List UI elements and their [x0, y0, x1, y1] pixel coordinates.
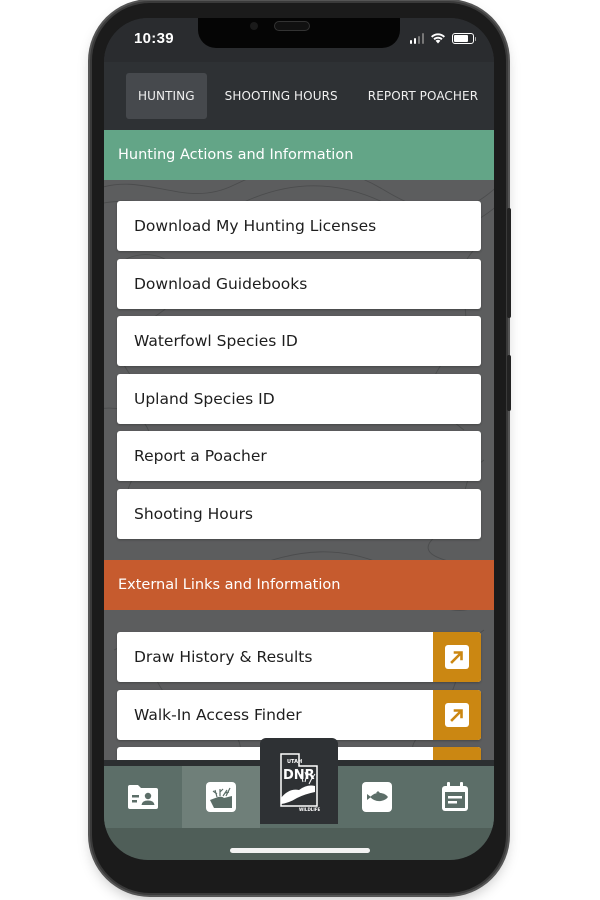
list-item-walk-in-access[interactable]: Walk-In Access Finder — [117, 689, 481, 740]
tab-hunting[interactable]: HUNTING — [126, 73, 207, 119]
list-item-waterfowl-species[interactable]: Waterfowl Species ID — [117, 316, 481, 366]
tab-report-poacher[interactable]: REPORT POACHER — [356, 73, 490, 119]
list-item-download-guidebooks[interactable]: Download Guidebooks — [117, 258, 481, 309]
tab-shooting-hours[interactable]: SHOOTING HOURS — [213, 73, 350, 119]
external-link-button[interactable] — [433, 632, 481, 682]
bottom-navigation: UTAH DNR WILDLIFE — [104, 738, 494, 860]
external-link-arrow-icon — [445, 645, 469, 669]
nav-licenses[interactable] — [104, 766, 182, 828]
top-tab-bar: HUNTING SHOOTING HOURS REPORT POACHER — [104, 62, 494, 130]
list-item-shooting-hours[interactable]: Shooting Hours — [117, 488, 481, 539]
nav-fishing[interactable] — [338, 766, 416, 828]
notch — [198, 18, 400, 48]
fishing-fish-icon — [362, 782, 392, 812]
cellular-signal-icon — [409, 32, 424, 44]
logo-top-text: UTAH — [287, 759, 302, 765]
speaker-icon — [274, 21, 310, 31]
nav-hunting[interactable] — [182, 766, 260, 828]
calendar-icon — [442, 782, 468, 811]
hunting-elk-icon — [206, 782, 236, 812]
external-link-arrow-icon — [445, 702, 469, 727]
utah-dnr-logo: UTAH DNR WILDLIFE — [280, 753, 321, 812]
section-header-external: External Links and Information — [104, 560, 494, 610]
hunting-actions-list: Download My Hunting Licenses Download Gu… — [104, 180, 494, 560]
list-item-report-poacher[interactable]: Report a Poacher — [117, 431, 481, 481]
list-item-download-licenses[interactable]: Download My Hunting Licenses — [117, 201, 481, 251]
content-scroll-area[interactable]: Hunting Actions and Information Download… — [104, 130, 494, 760]
list-item-label: Draw History & Results — [134, 648, 313, 666]
list-item-label: Walk-In Access Finder — [134, 705, 302, 724]
status-bar: 10:39 — [104, 18, 494, 62]
nav-calendar[interactable] — [416, 766, 494, 828]
external-link-button[interactable] — [433, 689, 481, 740]
external-link-button[interactable] — [433, 747, 481, 760]
logo-bottom-text: WILDLIFE — [299, 807, 321, 812]
wifi-icon — [431, 33, 445, 44]
utah-dnr-logo-button[interactable]: UTAH DNR WILDLIFE — [260, 738, 338, 824]
section-header-hunting: Hunting Actions and Information — [104, 130, 494, 180]
list-item-draw-history[interactable]: Draw History & Results — [117, 632, 481, 682]
power-button — [507, 355, 511, 411]
volume-button — [507, 208, 511, 318]
license-folder-icon — [128, 785, 158, 809]
status-icons — [409, 32, 476, 44]
home-indicator[interactable] — [230, 848, 370, 853]
app-screen: 10:39 HUNTING SHOOTING HOURS REPORT POAC… — [104, 18, 494, 860]
list-item-upland-species[interactable]: Upland Species ID — [117, 373, 481, 424]
status-time: 10:39 — [134, 30, 174, 47]
battery-icon — [452, 32, 476, 44]
logo-main-text: DNR — [283, 768, 315, 783]
camera-icon — [250, 22, 258, 30]
